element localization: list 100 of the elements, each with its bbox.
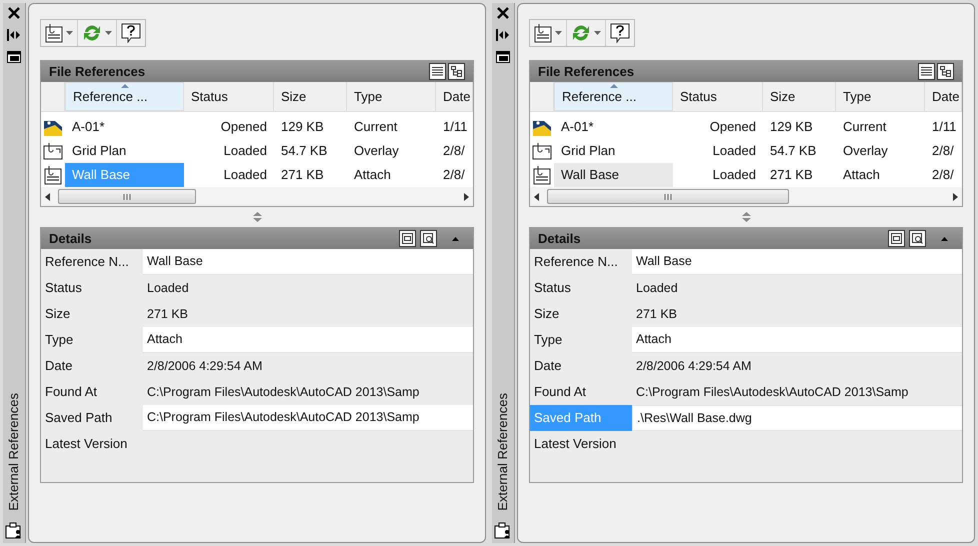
table-cell-text: 2/8/ xyxy=(442,166,466,184)
scroll-left-icon[interactable] xyxy=(45,192,50,200)
preview-button[interactable] xyxy=(420,230,437,247)
table-cell-text: Current xyxy=(842,118,888,136)
splitter-icon[interactable] xyxy=(742,212,750,222)
column-header[interactable]: Reference ... xyxy=(554,82,673,111)
column-header[interactable]: Reference ... xyxy=(65,82,184,111)
splitter-icon[interactable] xyxy=(252,212,262,222)
palette-title: External References xyxy=(5,393,22,511)
preview-icon xyxy=(423,233,434,244)
details-view-button[interactable] xyxy=(888,230,905,247)
drawing-file-icon xyxy=(533,165,551,185)
table-cell-text: Current xyxy=(353,118,398,136)
property-field[interactable]: Attach xyxy=(632,327,962,353)
details-icon xyxy=(891,233,902,244)
panel-title: File References xyxy=(49,62,146,81)
list-view-button[interactable] xyxy=(918,63,935,80)
list-view-button[interactable] xyxy=(429,63,446,80)
horizontal-scrollbar[interactable] xyxy=(530,187,962,206)
caret-icon xyxy=(452,236,458,240)
column-header[interactable]: Date xyxy=(436,82,473,111)
column-header[interactable]: Type xyxy=(347,82,436,111)
tree-icon xyxy=(451,66,462,77)
list-icon xyxy=(921,66,932,77)
clipboard-person-icon[interactable] xyxy=(5,521,23,539)
scroll-left-icon[interactable] xyxy=(534,192,539,200)
table-cell-text: 2/8/ xyxy=(931,142,955,160)
grip-icon xyxy=(123,194,131,200)
table-cell-text: 271 KB xyxy=(280,166,325,184)
horizontal-scrollbar[interactable] xyxy=(41,187,473,206)
properties-icon[interactable] xyxy=(496,51,510,63)
clipboard-person-icon[interactable] xyxy=(494,521,512,539)
table-cell-text: Loaded xyxy=(222,166,268,184)
table-cell-text: Attach xyxy=(842,166,881,184)
property-field[interactable]: Wall Base xyxy=(632,249,962,275)
table-cell-text: Opened xyxy=(220,118,268,136)
preview-icon xyxy=(912,233,923,244)
scroll-thumb[interactable] xyxy=(58,189,196,204)
scroll-right-icon[interactable] xyxy=(953,192,958,200)
panel-title: Details xyxy=(538,230,582,248)
property-label: Saved Path xyxy=(44,409,114,428)
details-view-button[interactable] xyxy=(399,230,416,247)
column-header[interactable]: Status xyxy=(184,82,274,111)
scroll-right-icon[interactable] xyxy=(464,192,469,200)
property-label: Status xyxy=(44,279,83,298)
palette-title: External References xyxy=(494,393,512,511)
tree-view-button[interactable] xyxy=(448,63,465,80)
property-label: Type xyxy=(44,331,74,350)
column-header[interactable]: Size xyxy=(274,82,347,111)
table-cell[interactable]: Grid Plan xyxy=(554,139,673,163)
tree-view-button[interactable] xyxy=(937,63,954,80)
property-label: Latest Version xyxy=(44,435,128,454)
property-field[interactable]: C:\Program Files\Autodesk\AutoCAD 2013\Samp xyxy=(143,405,473,431)
preview-button[interactable] xyxy=(909,230,926,247)
property-field[interactable]: .\Res\Wall Base.dwg xyxy=(632,405,962,431)
close-icon[interactable] xyxy=(8,7,20,19)
drawing-file-icon xyxy=(43,142,63,160)
column-header[interactable]: Status xyxy=(673,82,763,111)
table-cell-text: 2/8/ xyxy=(442,142,466,160)
column-header[interactable]: Size xyxy=(763,82,836,111)
property-label: Saved Path xyxy=(530,405,632,431)
caret-icon xyxy=(105,31,112,35)
table-cell[interactable]: Grid Plan xyxy=(65,139,184,163)
scroll-thumb[interactable] xyxy=(547,189,789,204)
details-icon xyxy=(402,233,413,244)
table-cell-text: 129 KB xyxy=(280,118,325,136)
sort-arrow-icon xyxy=(121,84,129,88)
table-cell-text: 1/11 xyxy=(442,118,468,136)
table-cell[interactable]: A-01* xyxy=(554,115,673,139)
property-label: Latest Version xyxy=(533,435,618,454)
drawing-file-icon xyxy=(534,23,552,43)
tree-icon xyxy=(940,66,951,77)
caret-icon xyxy=(555,31,562,35)
sort-arrow-icon xyxy=(610,84,618,88)
caret-icon xyxy=(594,31,601,35)
property-label: Status xyxy=(533,279,572,298)
property-label: Date xyxy=(533,357,562,376)
table-cell-text: 1/11 xyxy=(931,118,958,136)
refresh-icon xyxy=(82,24,102,42)
property-label: Found At xyxy=(533,383,588,402)
property-label: Size xyxy=(44,305,72,324)
table-cell[interactable]: A-01* xyxy=(65,115,184,139)
table-cell-text: 2/8/ xyxy=(931,166,955,184)
help-icon xyxy=(610,23,630,43)
panel-title: File References xyxy=(538,62,636,81)
drawing-file-icon xyxy=(44,165,62,185)
property-label: Found At xyxy=(44,383,98,402)
auto-hide-icon[interactable] xyxy=(496,29,510,41)
column-header[interactable]: Type xyxy=(836,82,925,111)
close-icon[interactable] xyxy=(497,7,509,19)
table-cell-text: 271 KB xyxy=(769,166,814,184)
auto-hide-icon[interactable] xyxy=(7,29,21,41)
properties-icon[interactable] xyxy=(7,51,21,63)
help-icon xyxy=(121,23,141,43)
table-cell[interactable]: Wall Base xyxy=(554,163,673,187)
column-header[interactable]: Date xyxy=(925,82,962,111)
property-field[interactable]: Attach xyxy=(143,327,473,353)
table-cell-text: 129 KB xyxy=(769,118,814,136)
property-field[interactable]: Wall Base xyxy=(143,249,473,275)
table-cell-text: Opened xyxy=(708,118,757,136)
